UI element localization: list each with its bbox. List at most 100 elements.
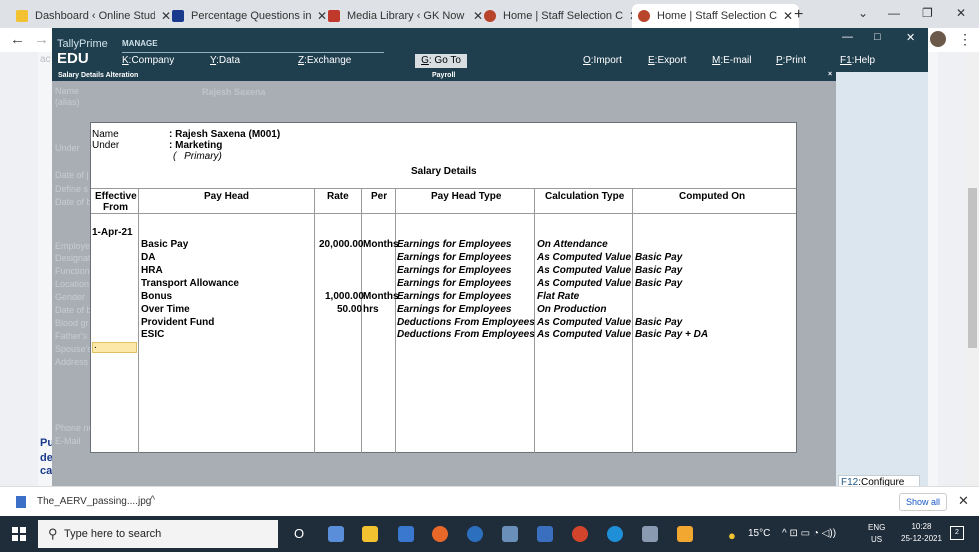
browser-tab-2[interactable]: Percentage Questions in Hin ✕ (166, 4, 333, 28)
cursor-text: . (94, 340, 97, 351)
faded-form-label: Blood gr (55, 318, 89, 328)
cortana-icon[interactable]: O (294, 526, 304, 541)
tab-close-icon[interactable]: ✕ (783, 9, 793, 23)
window-maximize-button[interactable]: ❐ (922, 6, 933, 20)
windows-start-icon[interactable] (12, 527, 26, 541)
chevron-up-icon[interactable]: ^ (150, 494, 155, 506)
clock-time: 10:28 (911, 522, 932, 531)
language-label[interactable]: ENG (868, 523, 885, 532)
browser-tab-3[interactable]: Media Library ‹ GK Now — W ✕ (322, 4, 489, 28)
pay-head-type-cell: Earnings for Employees (397, 252, 512, 263)
faded-form-label: E-Mail (55, 436, 81, 446)
forward-arrow-icon[interactable]: → (34, 31, 49, 48)
pay-head-cell: ESIC (141, 329, 165, 340)
column-divider (138, 189, 139, 453)
calculation-type-cell: On Production (537, 304, 607, 315)
pay-head-cell: Bonus (141, 291, 173, 302)
calculation-type-cell: As Computed Value (537, 265, 632, 276)
weather-temperature[interactable]: 15°C (748, 528, 770, 539)
tally-close-button[interactable]: ✕ (906, 31, 915, 44)
calculation-type-cell: As Computed Value (537, 317, 632, 328)
pay-head-type-cell: Earnings for Employees (397, 265, 512, 276)
pay-head-type-cell: Earnings for Employees (397, 291, 512, 302)
rate-cell: 50.00 (337, 304, 363, 315)
pay-head-type-cell: Deductions From Employees (397, 329, 535, 340)
menu-help[interactable]: F1:Help (840, 55, 875, 66)
pay-head-cell: Basic Pay (141, 239, 189, 250)
manage-label: MANAGE (122, 39, 158, 48)
calculator-icon[interactable] (537, 526, 553, 542)
back-arrow-icon[interactable]: ← (10, 31, 25, 48)
browser-tab-5-active[interactable]: Home | Staff Selection Comm ✕ (632, 4, 800, 28)
calculation-type-cell: On Attendance (537, 239, 608, 250)
app-icon[interactable] (502, 526, 518, 542)
window-close-button[interactable]: ✕ (956, 6, 966, 20)
download-bar-close-icon[interactable]: ✕ (958, 493, 969, 509)
tab-search-chevron-icon[interactable]: ⌄ (858, 6, 868, 20)
menu-import[interactable]: O:Import (583, 55, 622, 66)
screen-close-icon[interactable]: × (828, 71, 832, 78)
page-scrollbar[interactable] (966, 52, 979, 486)
weather-icon[interactable]: ● (728, 528, 736, 543)
browser-tab-4[interactable]: Home | Staff Selection Comm ✕ (478, 4, 645, 28)
active-input-cursor[interactable]: . (92, 340, 137, 353)
column-header-pay-head: Pay Head (204, 191, 250, 202)
window-minimize-button[interactable]: — (888, 6, 900, 20)
computed-on-cell: Basic Pay + DA (635, 329, 709, 340)
tab-title: Percentage Questions in Hin (191, 10, 311, 22)
menu-company[interactable]: K:Company (122, 55, 174, 66)
tab-favicon-icon (328, 10, 340, 22)
menu-email[interactable]: M:E-mail (712, 55, 751, 66)
menu-goto-button[interactable]: G: Go To (415, 54, 467, 68)
faded-form-label: Designat (55, 253, 91, 263)
effective-date[interactable]: 1-Apr-21 (92, 227, 133, 238)
tab-favicon-icon (484, 10, 496, 22)
tally-minimize-button[interactable]: — (842, 31, 853, 43)
file-icon (16, 496, 26, 508)
app-icon[interactable] (467, 526, 483, 542)
calculation-type-cell: As Computed Value (537, 252, 632, 263)
app-icon[interactable] (642, 526, 658, 542)
scrollbar-thumb[interactable] (968, 188, 977, 348)
tally-maximize-button[interactable]: □ (874, 31, 881, 43)
download-filename[interactable]: The_AERV_passing....jpg (37, 496, 151, 507)
column-divider (632, 189, 633, 453)
firefox-icon[interactable] (432, 526, 448, 542)
notification-center-icon[interactable]: 2 (950, 526, 964, 540)
right-button-panel (836, 72, 928, 495)
file-explorer-icon[interactable] (362, 526, 378, 542)
tab-favicon-icon (16, 10, 28, 22)
menu-print[interactable]: P:Print (776, 55, 806, 66)
taskbar-clock[interactable]: 10:28 25-12-2021 (901, 521, 942, 545)
browser-tab-1[interactable]: Dashboard ‹ Online Study Te ✕ (10, 4, 177, 28)
column-header-effective: Effective (95, 191, 137, 202)
tab-title: Media Library ‹ GK Now — W (347, 10, 467, 22)
pay-head-cell: Over Time (141, 304, 190, 315)
tab-title: Home | Staff Selection Comm (503, 10, 623, 22)
calculation-type-cell: As Computed Value (537, 278, 632, 289)
browser-menu-icon[interactable]: ⋮ (958, 31, 972, 48)
mail-icon[interactable] (398, 526, 414, 542)
menu-exchange[interactable]: Z:Exchange (298, 55, 351, 66)
show-all-button[interactable]: Show all (899, 493, 947, 511)
locale-label[interactable]: US (871, 535, 882, 544)
website-blue-text: ca (40, 465, 53, 477)
chrome-icon[interactable] (572, 526, 588, 542)
column-divider (361, 189, 362, 453)
taskbar-search-input[interactable]: ⚲ Type here to search (38, 520, 278, 548)
menu-export[interactable]: E:Export (648, 55, 686, 66)
task-view-icon[interactable] (328, 526, 344, 542)
menu-data[interactable]: Y:Data (210, 55, 240, 66)
new-tab-button[interactable]: + (794, 6, 803, 24)
system-tray-icons[interactable]: ^ ⊡ ▭ ◔ ◁)) (782, 528, 836, 539)
faded-employee-name: Rajesh Saxena (202, 87, 266, 97)
header-bottom-rule (91, 213, 796, 214)
profile-avatar[interactable] (930, 31, 946, 47)
search-placeholder: Type here to search (64, 528, 162, 540)
edge-icon[interactable] (607, 526, 623, 542)
pay-head-type-cell: Deductions From Employees (397, 317, 535, 328)
per-cell: hrs (363, 304, 379, 315)
tally-taskbar-icon[interactable] (677, 526, 693, 542)
website-label: ac (40, 54, 51, 65)
tally-top-bar: TallyPrime EDU MANAGE K:Company Y:Data Z… (52, 28, 928, 72)
